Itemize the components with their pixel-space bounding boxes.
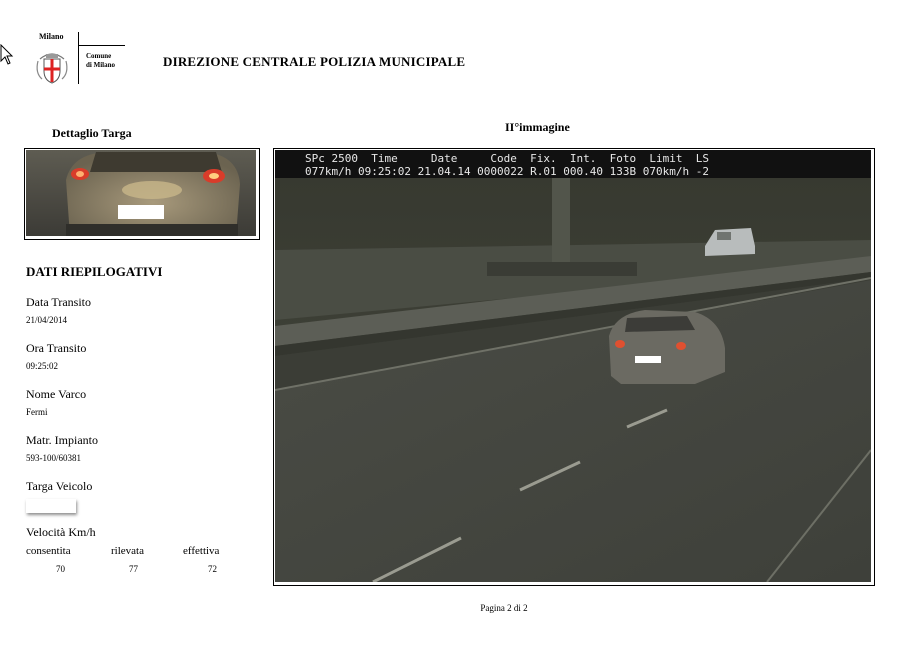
logo-divider-horizontal [78,45,125,46]
velocita-label: Velocità Km/h [26,525,96,539]
camera-image: SPc 2500 Time Date Code Fix. Int. Foto L… [273,148,875,586]
logo-divider-vertical [78,32,79,84]
targa-veicolo-label: Targa Veicolo [26,479,93,493]
plate-detail-title: Dettaglio Targa [52,126,132,140]
ora-transito-label: Ora Transito [26,341,87,355]
matr-impianto-label: Matr. Impianto [26,433,98,447]
logo-comune-line2: di Milano [86,61,115,69]
targa-veicolo-redacted [26,499,76,513]
plate-detail-image [24,148,260,240]
cursor-arrow-icon [0,44,14,65]
consentita-value: 70 [56,564,65,574]
camera-overlay-values: 077km/h 09:25:02 21.04.14 0000022 R.01 0… [305,165,709,178]
milano-crest-icon [36,53,68,84]
image-title: II°immagine [505,120,570,134]
summary-title: DATI RIEPILOGATIVI [26,264,163,279]
consentita-label: consentita [26,545,71,557]
data-transito-value: 21/04/2014 [26,315,68,325]
rilevata-value: 77 [129,564,138,574]
page-number: Pagina 2 di 2 [480,603,528,613]
data-transito-label: Data Transito [26,295,92,309]
nome-varco-value: Fermi [26,407,48,417]
effettiva-label: effettiva [183,545,220,557]
rilevata-label: rilevata [111,545,144,557]
logo-comune-line1: Comune [86,52,112,60]
page-footer: Pagina 2 di 2 [0,603,918,613]
matr-impianto-value: 593-100/60381 [26,453,81,463]
logo-comune-text: Comune di Milano [86,52,115,70]
effettiva-value: 72 [208,564,217,574]
logo-city-name: Milano [39,32,64,41]
nome-varco-label: Nome Varco [26,387,87,401]
ora-transito-value: 09:25:02 [26,361,59,371]
camera-overlay-header: SPc 2500 Time Date Code Fix. Int. Foto L… [305,152,709,165]
page-title: DIREZIONE CENTRALE POLIZIA MUNICIPALE [163,54,466,69]
